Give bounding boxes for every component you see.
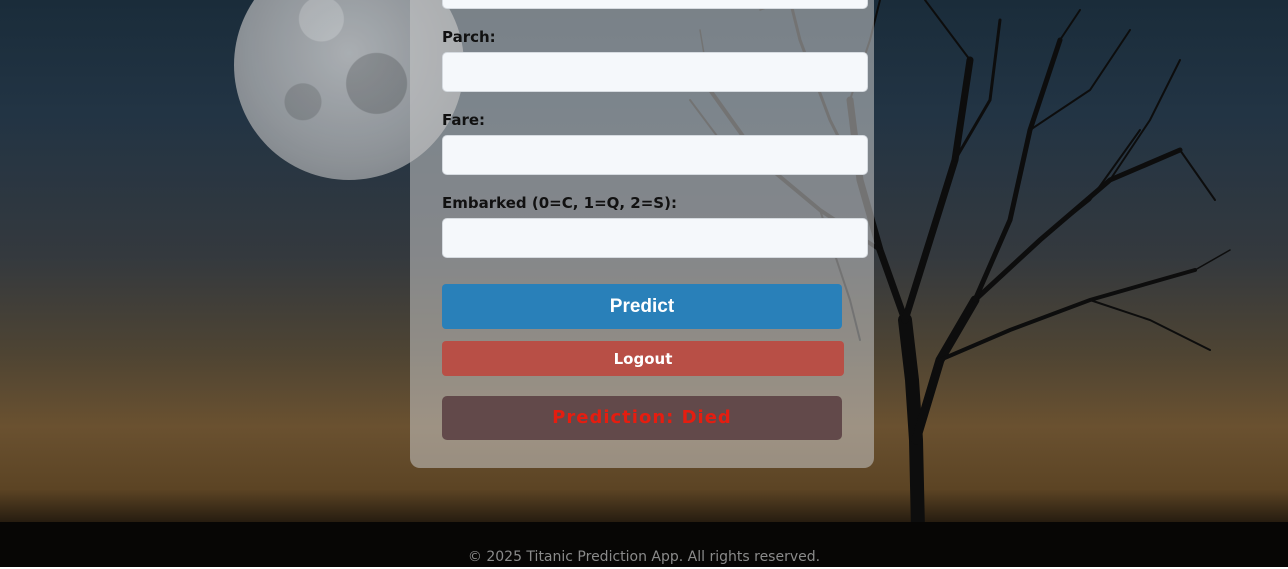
page-background: Parch: Fare: Embarked (0=C, 1=Q, 2=S): P… <box>0 0 1288 569</box>
embarked-input[interactable] <box>442 218 868 258</box>
previous-field-input[interactable] <box>442 0 868 9</box>
fare-label: Fare: <box>442 111 486 129</box>
logout-button[interactable]: Logout <box>442 341 844 376</box>
fare-input[interactable] <box>442 135 868 175</box>
footer-copyright: © 2025 Titanic Prediction App. All right… <box>467 549 821 565</box>
parch-input[interactable] <box>442 52 868 92</box>
prediction-result: Prediction: Died <box>442 396 842 440</box>
parch-label: Parch: <box>442 28 496 46</box>
embarked-label: Embarked (0=C, 1=Q, 2=S): <box>442 194 677 212</box>
predict-button[interactable]: Predict <box>442 284 842 329</box>
